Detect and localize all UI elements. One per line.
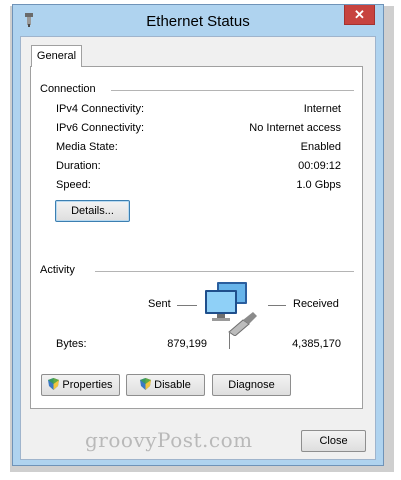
media-state-value: Enabled	[300, 141, 341, 153]
received-label: Received	[293, 298, 339, 310]
duration-value: 00:09:12	[298, 160, 341, 172]
window-title: Ethernet Status	[146, 13, 250, 30]
tab-general[interactable]: General	[31, 45, 82, 67]
disable-label: Disable	[154, 379, 191, 391]
received-line	[268, 305, 286, 306]
window-close-button[interactable]: ✕	[344, 5, 375, 25]
bytes-received-value: 4,385,170	[292, 338, 341, 350]
uac-shield-icon	[48, 378, 60, 391]
ipv6-connectivity-label: IPv6 Connectivity:	[56, 122, 145, 134]
properties-button[interactable]: Properties	[41, 374, 120, 396]
bytes-label: Bytes:	[56, 338, 87, 350]
uac-shield-icon	[140, 378, 152, 391]
sent-line	[177, 305, 197, 306]
sent-label: Sent	[148, 298, 171, 310]
disable-button[interactable]: Disable	[126, 374, 205, 396]
duration-label: Duration:	[56, 160, 101, 172]
properties-label: Properties	[62, 379, 113, 391]
ethernet-status-window: Ethernet Status ✕ General Connection IPv…	[12, 4, 384, 466]
general-tab-panel: Connection IPv4 Connectivity: Internet I…	[30, 66, 363, 409]
ipv4-connectivity-value: Internet	[303, 103, 341, 115]
dialog-client-area: General Connection IPv4 Connectivity: In…	[20, 36, 376, 460]
media-state-label: Media State:	[56, 141, 118, 153]
groovypost-watermark: groovyPost.com	[85, 428, 253, 452]
ipv6-connectivity-value: No Internet access	[249, 122, 341, 134]
activity-heading: Activity	[40, 264, 75, 276]
close-button[interactable]: Close	[301, 430, 366, 452]
connection-heading: Connection	[40, 83, 96, 95]
connection-divider	[111, 90, 354, 91]
diagnose-button[interactable]: Diagnose	[212, 374, 291, 396]
details-button[interactable]: Details...	[55, 200, 130, 222]
activity-divider	[95, 271, 354, 272]
speed-label: Speed:	[56, 179, 91, 191]
network-computers-icon	[205, 282, 257, 336]
bytes-sent-value: 879,199	[167, 338, 207, 350]
ipv4-connectivity-label: IPv4 Connectivity:	[56, 103, 145, 115]
speed-value: 1.0 Gbps	[296, 179, 341, 191]
bytes-divider	[229, 333, 230, 349]
